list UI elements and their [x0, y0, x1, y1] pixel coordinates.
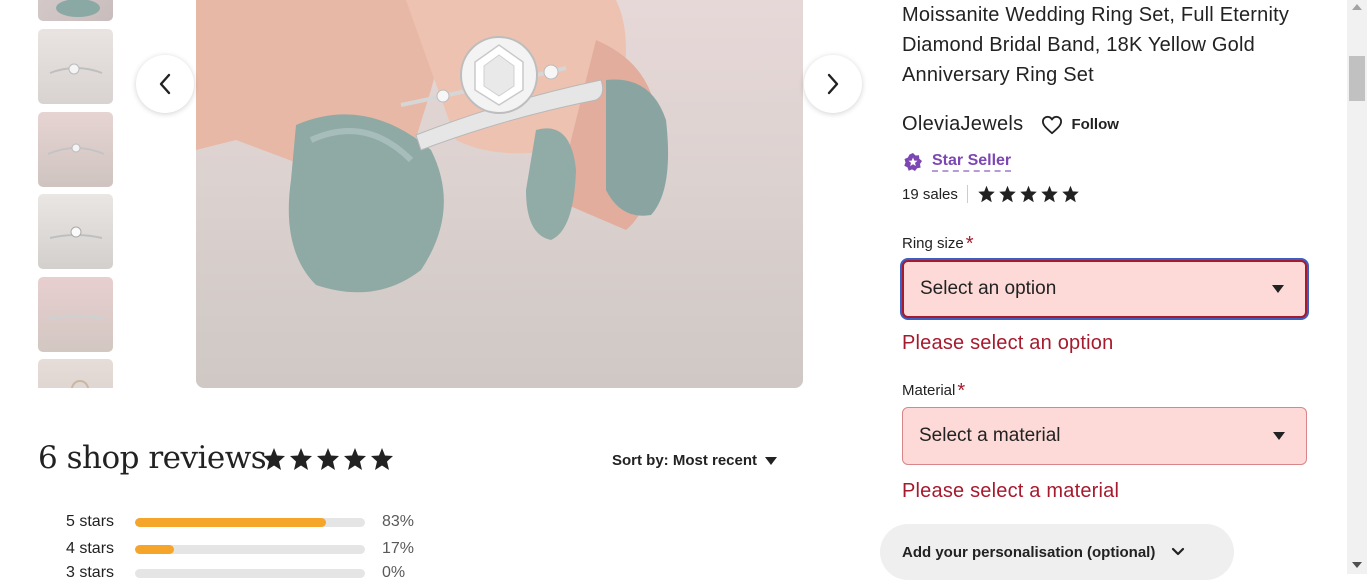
main-product-image [196, 0, 803, 388]
scroll-down-arrow-icon[interactable] [1352, 562, 1362, 568]
rating-label: 5 stars [66, 513, 115, 530]
rating-bar-fill [135, 517, 326, 527]
next-image-button[interactable] [804, 55, 862, 113]
caret-down-icon [1272, 285, 1284, 293]
material-error: Please select a material [902, 480, 1120, 502]
thumbnail-image[interactable] [38, 0, 113, 21]
rating-bar-fill [135, 544, 175, 554]
listing-star-rating[interactable] [977, 185, 1080, 203]
shop-info: OleviaJewels Follow [902, 113, 1119, 136]
follow-label: Follow [1071, 116, 1119, 133]
rating-label: 3 stars [66, 564, 115, 581]
listing-title: Moissanite Wedding Ring Set, Full Eterni… [902, 4, 1290, 86]
sort-label: Sort by: Most recent [612, 452, 758, 469]
chevron-right-icon [827, 73, 839, 95]
star-icon [317, 448, 339, 470]
thumbnail-image[interactable] [38, 29, 113, 104]
rating-percent: 0% [382, 564, 406, 581]
heart-icon [1042, 115, 1063, 134]
sales-and-rating: 19 sales [902, 185, 1080, 203]
ring-size-select[interactable]: Select an option [902, 260, 1307, 318]
rating-breakdown-row: 3 stars 0% [66, 564, 405, 582]
thumbnail-image[interactable] [38, 359, 113, 388]
chevron-left-icon [159, 73, 171, 95]
thumbnail-image[interactable] [38, 112, 113, 187]
material-label: Material * [902, 378, 966, 402]
shop-name-link[interactable]: OleviaJewels [902, 113, 1023, 136]
reviews-star-rating [262, 447, 394, 471]
star-seller-icon [904, 152, 922, 171]
thumbnail-image[interactable] [38, 194, 113, 269]
personalisation-label: Add your personalisation (optional) [902, 543, 1156, 561]
sales-count: 19 sales [902, 185, 958, 203]
star-icon [344, 448, 366, 470]
ring-size-label-text: Ring size [902, 235, 964, 252]
follow-shop-button[interactable]: Follow [1041, 115, 1119, 135]
material-select[interactable]: Select a material [902, 407, 1307, 465]
rating-breakdown-row: 5 stars 83% [66, 513, 414, 531]
reviews-title: 6 shop reviews [38, 440, 267, 476]
add-personalisation-button[interactable]: Add your personalisation (optional) [880, 524, 1234, 580]
star-icon [371, 448, 393, 470]
star-seller-badge[interactable]: Star Seller [903, 151, 1012, 172]
ring-size-label: Ring size * [902, 231, 974, 255]
rating-bar [135, 517, 365, 527]
star-icon [263, 448, 285, 470]
chevron-down-icon [1172, 547, 1185, 556]
material-label-text: Material [902, 382, 956, 399]
star-seller-label: Star Seller [932, 151, 1012, 172]
page-scrollbar[interactable] [1347, 0, 1367, 574]
sort-reviews-dropdown[interactable]: Sort by: Most recent [612, 452, 778, 469]
rating-percent: 83% [382, 513, 415, 530]
ring-size-select-value: Select an option [920, 278, 1057, 299]
rating-percent: 17% [382, 540, 415, 557]
ring-size-error: Please select an option [902, 332, 1114, 354]
required-indicator: * [957, 380, 966, 402]
star-icon [999, 185, 1016, 203]
thumbnail-image[interactable] [38, 277, 113, 352]
rating-bar [135, 544, 365, 554]
star-icon [1041, 185, 1058, 203]
rating-label: 4 stars [66, 540, 115, 557]
star-icon [1062, 185, 1079, 203]
caret-down-icon [765, 456, 778, 465]
star-icon [978, 185, 995, 203]
scroll-up-arrow-icon[interactable] [1352, 4, 1362, 10]
rating-breakdown-row: 4 stars 17% [66, 540, 414, 558]
previous-image-button[interactable] [136, 55, 194, 113]
scrollbar-thumb[interactable] [1349, 56, 1365, 101]
material-select-value: Select a material [919, 425, 1061, 446]
divider [966, 185, 968, 203]
rating-bar [135, 568, 365, 578]
caret-down-icon [1273, 432, 1285, 440]
required-indicator: * [965, 233, 974, 255]
star-icon [290, 448, 312, 470]
thumbnail-list [38, 0, 114, 388]
star-icon [1020, 185, 1037, 203]
